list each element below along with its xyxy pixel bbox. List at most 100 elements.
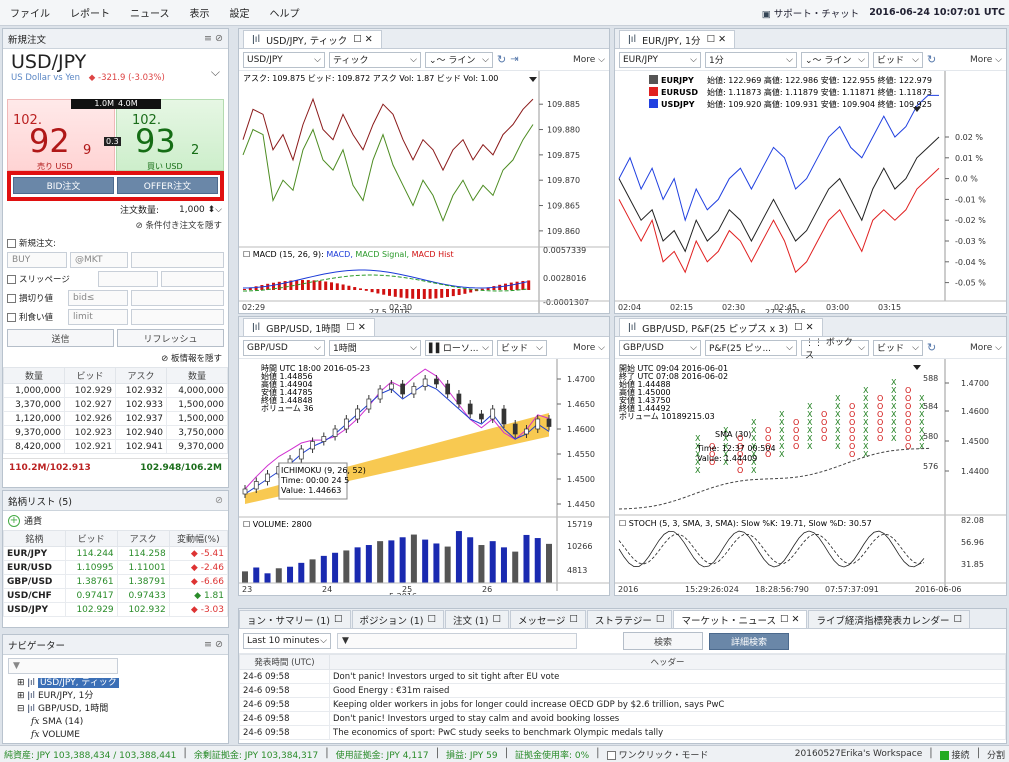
popout-icon[interactable]: ☐ ✕ xyxy=(780,614,800,625)
new-order-checkbox[interactable] xyxy=(7,239,16,248)
bottom-tab[interactable]: ストラテジー ☐ xyxy=(586,610,673,628)
tab-usdjpy-tick[interactable]: ǀıl USD/JPY, ティック ☐ ✕ xyxy=(243,30,382,48)
search-button[interactable]: 検索 xyxy=(623,632,703,650)
news-filter-input[interactable]: ▼ xyxy=(337,633,577,649)
menu-settings[interactable]: 設定 xyxy=(220,5,260,20)
pnf-chart[interactable]: 1.47005881.46005841.45005801.4400576XXXX… xyxy=(615,359,1006,595)
mkt-field[interactable]: @MKT xyxy=(70,252,128,268)
popout-icon[interactable]: ☐ xyxy=(428,614,437,625)
nav-item-gbpusd[interactable]: ⊟ ǀıl GBP/USD, 1時間 xyxy=(17,703,228,716)
tab-eurjpy-1m[interactable]: ǀıl EUR/JPY, 1分 ☐ ✕ xyxy=(619,30,736,48)
more-button[interactable]: More ⌵ xyxy=(970,55,1002,65)
price-select[interactable]: ビッド ⌵ xyxy=(873,339,923,356)
close-icon[interactable]: ☐ ✕ xyxy=(707,34,727,45)
watchlist-group[interactable]: 通貨 xyxy=(24,514,42,527)
period-select[interactable]: 1時間 ⌵ xyxy=(329,339,421,356)
tab-gbpusd-1h[interactable]: ǀıl GBP/USD, 1時間 ☐ ✕ xyxy=(243,318,375,336)
close-icon[interactable]: ☐ ✕ xyxy=(794,322,814,333)
popout-icon[interactable]: ☐ xyxy=(569,614,578,625)
popout-icon[interactable]: ☐ xyxy=(334,614,343,625)
refresh-icon[interactable]: ↻ xyxy=(927,341,936,354)
period-select[interactable]: ティック ⌵ xyxy=(329,51,421,68)
menu-help[interactable]: ヘルプ xyxy=(260,5,310,20)
watch-row[interactable]: GBP/USD 1.38761 1.38791 ◆ -6.66 xyxy=(3,574,229,589)
book-row[interactable]: 9,370,000 102.923 102.940 3,750,000 xyxy=(3,425,228,440)
oneclick-toggle[interactable]: ワンクリック・モード xyxy=(606,748,708,761)
menu-report[interactable]: レポート xyxy=(60,5,120,20)
hide-book-link[interactable]: ⊘ 板情報を隠す xyxy=(3,349,228,367)
refresh-icon[interactable]: ↻ xyxy=(497,53,506,66)
add-icon[interactable]: + xyxy=(8,514,20,527)
book-row[interactable]: 1,120,000 102.926 102.937 1,500,000 xyxy=(3,411,228,426)
watch-col-header[interactable]: ビッド xyxy=(64,530,118,547)
news-row[interactable]: 24-6 09:58 Don't panic! Investors urged t… xyxy=(239,711,1006,726)
support-chat-button[interactable]: ▣ サポート・チャット xyxy=(762,6,859,20)
time-filter-select[interactable]: Last 10 minutes ⌵ xyxy=(243,633,331,649)
menu-view[interactable]: 表示 xyxy=(180,5,220,20)
period-select[interactable]: 1分 ⌵ xyxy=(705,51,797,68)
nav-item-volume[interactable]: fx VOLUME xyxy=(17,729,228,742)
bottom-tab[interactable]: マーケット・ニュース ☐ ✕ xyxy=(673,610,808,628)
bottom-tab[interactable]: ョン・サマリー (1) ☐ xyxy=(239,610,351,628)
popout-icon[interactable]: ☐ xyxy=(493,614,502,625)
close-icon[interactable]: ☐ ✕ xyxy=(346,322,366,333)
nav-item-sma[interactable]: fx SMA (14) xyxy=(17,716,228,729)
menu-news[interactable]: ニュース xyxy=(120,5,180,20)
watch-row[interactable]: USD/JPY 102.929 102.932 ◆ -3.03 xyxy=(3,602,229,617)
book-row[interactable]: 1,000,000 102.929 102.932 4,000,000 xyxy=(3,383,228,398)
chart-type-select[interactable]: ⋮⋮ ボックス ⌵ xyxy=(801,338,869,361)
news-row[interactable]: 24-6 09:58 Don't panic! Investors urged t… xyxy=(239,669,1006,684)
more-button[interactable]: More ⌵ xyxy=(573,343,605,353)
popout-icon[interactable]: ☐ xyxy=(656,614,665,625)
news-row[interactable]: 24-6 09:58 Keeping older workers in jobs … xyxy=(239,697,1006,712)
buy-select[interactable]: BUY xyxy=(7,252,67,268)
news-row[interactable]: 24-6 09:58 The economics of sport: PwC st… xyxy=(239,725,1006,740)
book-row[interactable]: 8,420,000 102.921 102.941 9,370,000 xyxy=(3,439,228,454)
workspace-name[interactable]: 20160527Erika's Workspace xyxy=(795,749,922,759)
chart-type-select[interactable]: ⌄〜 ライン ⌵ xyxy=(425,51,493,68)
menu-icon[interactable]: ≡ ⊘ xyxy=(204,639,223,650)
close-icon[interactable]: ☐ ✕ xyxy=(353,34,373,45)
menu-icon[interactable]: ≡ ⊘ xyxy=(204,33,223,44)
tab-gbpusd-pf[interactable]: ǀıl GBP/USD, P&F(25 ピップス x 3) ☐ ✕ xyxy=(619,318,823,336)
bottom-tab[interactable]: メッセージ ☐ xyxy=(510,610,586,628)
watch-col-header[interactable]: アスク xyxy=(116,530,170,547)
more-button[interactable]: More ⌵ xyxy=(573,55,605,65)
takeprofit-value[interactable] xyxy=(131,309,224,325)
candle-chart[interactable]: 1.47001.46501.46001.45501.45001.4450時間 U… xyxy=(239,359,609,601)
slippage-field[interactable] xyxy=(98,271,158,287)
stoploss-checkbox[interactable] xyxy=(7,294,16,303)
chart-type-select[interactable]: ▌▌ローソ... ⌵ xyxy=(425,339,493,356)
refresh-button[interactable]: リフレッシュ xyxy=(117,329,224,347)
symbol-select[interactable]: USD/JPY ⌵ xyxy=(243,51,325,68)
symbol-select[interactable]: EUR/JPY ⌵ xyxy=(619,51,701,68)
price-field-1[interactable] xyxy=(131,252,224,268)
book-row[interactable]: 3,370,000 102.927 102.933 1,500,000 xyxy=(3,397,228,412)
news-row[interactable]: 24-6 09:58 Good Energy : €31m raised xyxy=(239,683,1006,698)
tick-chart[interactable]: アスク: 109.875 ビッド: 109.872 アスク Vol: 1.87 … xyxy=(239,71,609,317)
bottom-tab[interactable]: ポジション (1) ☐ xyxy=(351,610,445,628)
watch-row[interactable]: EUR/USD 1.10995 1.11001 ◆ -2.46 xyxy=(3,560,229,575)
takeprofit-checkbox[interactable] xyxy=(7,313,16,322)
watch-row[interactable]: USD/CHF 0.97417 0.97433 ◆ 1.81 xyxy=(3,588,229,603)
price-select[interactable]: ビッド ⌵ xyxy=(873,51,923,68)
stoploss-value[interactable] xyxy=(131,290,224,306)
slippage-checkbox[interactable] xyxy=(7,275,16,284)
popout-icon[interactable]: ☐ xyxy=(953,614,962,625)
watch-row[interactable]: EUR/JPY 114.244 114.258 ◆ -5.41 xyxy=(3,546,229,561)
send-button[interactable]: 送信 xyxy=(7,329,114,347)
split-button[interactable]: 分割 xyxy=(987,748,1009,761)
watch-col-header[interactable]: 変動幅(%) xyxy=(168,530,229,547)
col-header[interactable]: ヘッダー xyxy=(329,654,1006,670)
hide-conditional-link[interactable]: ⊘ 条件付き注文を隠す xyxy=(3,218,228,232)
nav-item-eurjpy[interactable]: ⊞ ǀıl EUR/JPY, 1分 xyxy=(17,690,228,703)
chevron-down-icon[interactable]: ⌵ xyxy=(211,65,220,80)
stoploss-field[interactable]: bid≤ xyxy=(68,290,128,306)
col-time[interactable]: 発表時間 (UTC) xyxy=(239,654,330,670)
autoscroll-icon[interactable]: ⇥ xyxy=(510,54,518,65)
nav-item-usdjpy[interactable]: ⊞ ǀıl USD/JPY, ティック xyxy=(17,677,228,690)
advanced-search-button[interactable]: 詳細検索 xyxy=(709,632,789,650)
symbol-select[interactable]: GBP/USD ⌵ xyxy=(243,339,325,356)
symbol-select[interactable]: GBP/USD ⌵ xyxy=(619,339,701,356)
menu-file[interactable]: ファイル xyxy=(0,5,60,20)
